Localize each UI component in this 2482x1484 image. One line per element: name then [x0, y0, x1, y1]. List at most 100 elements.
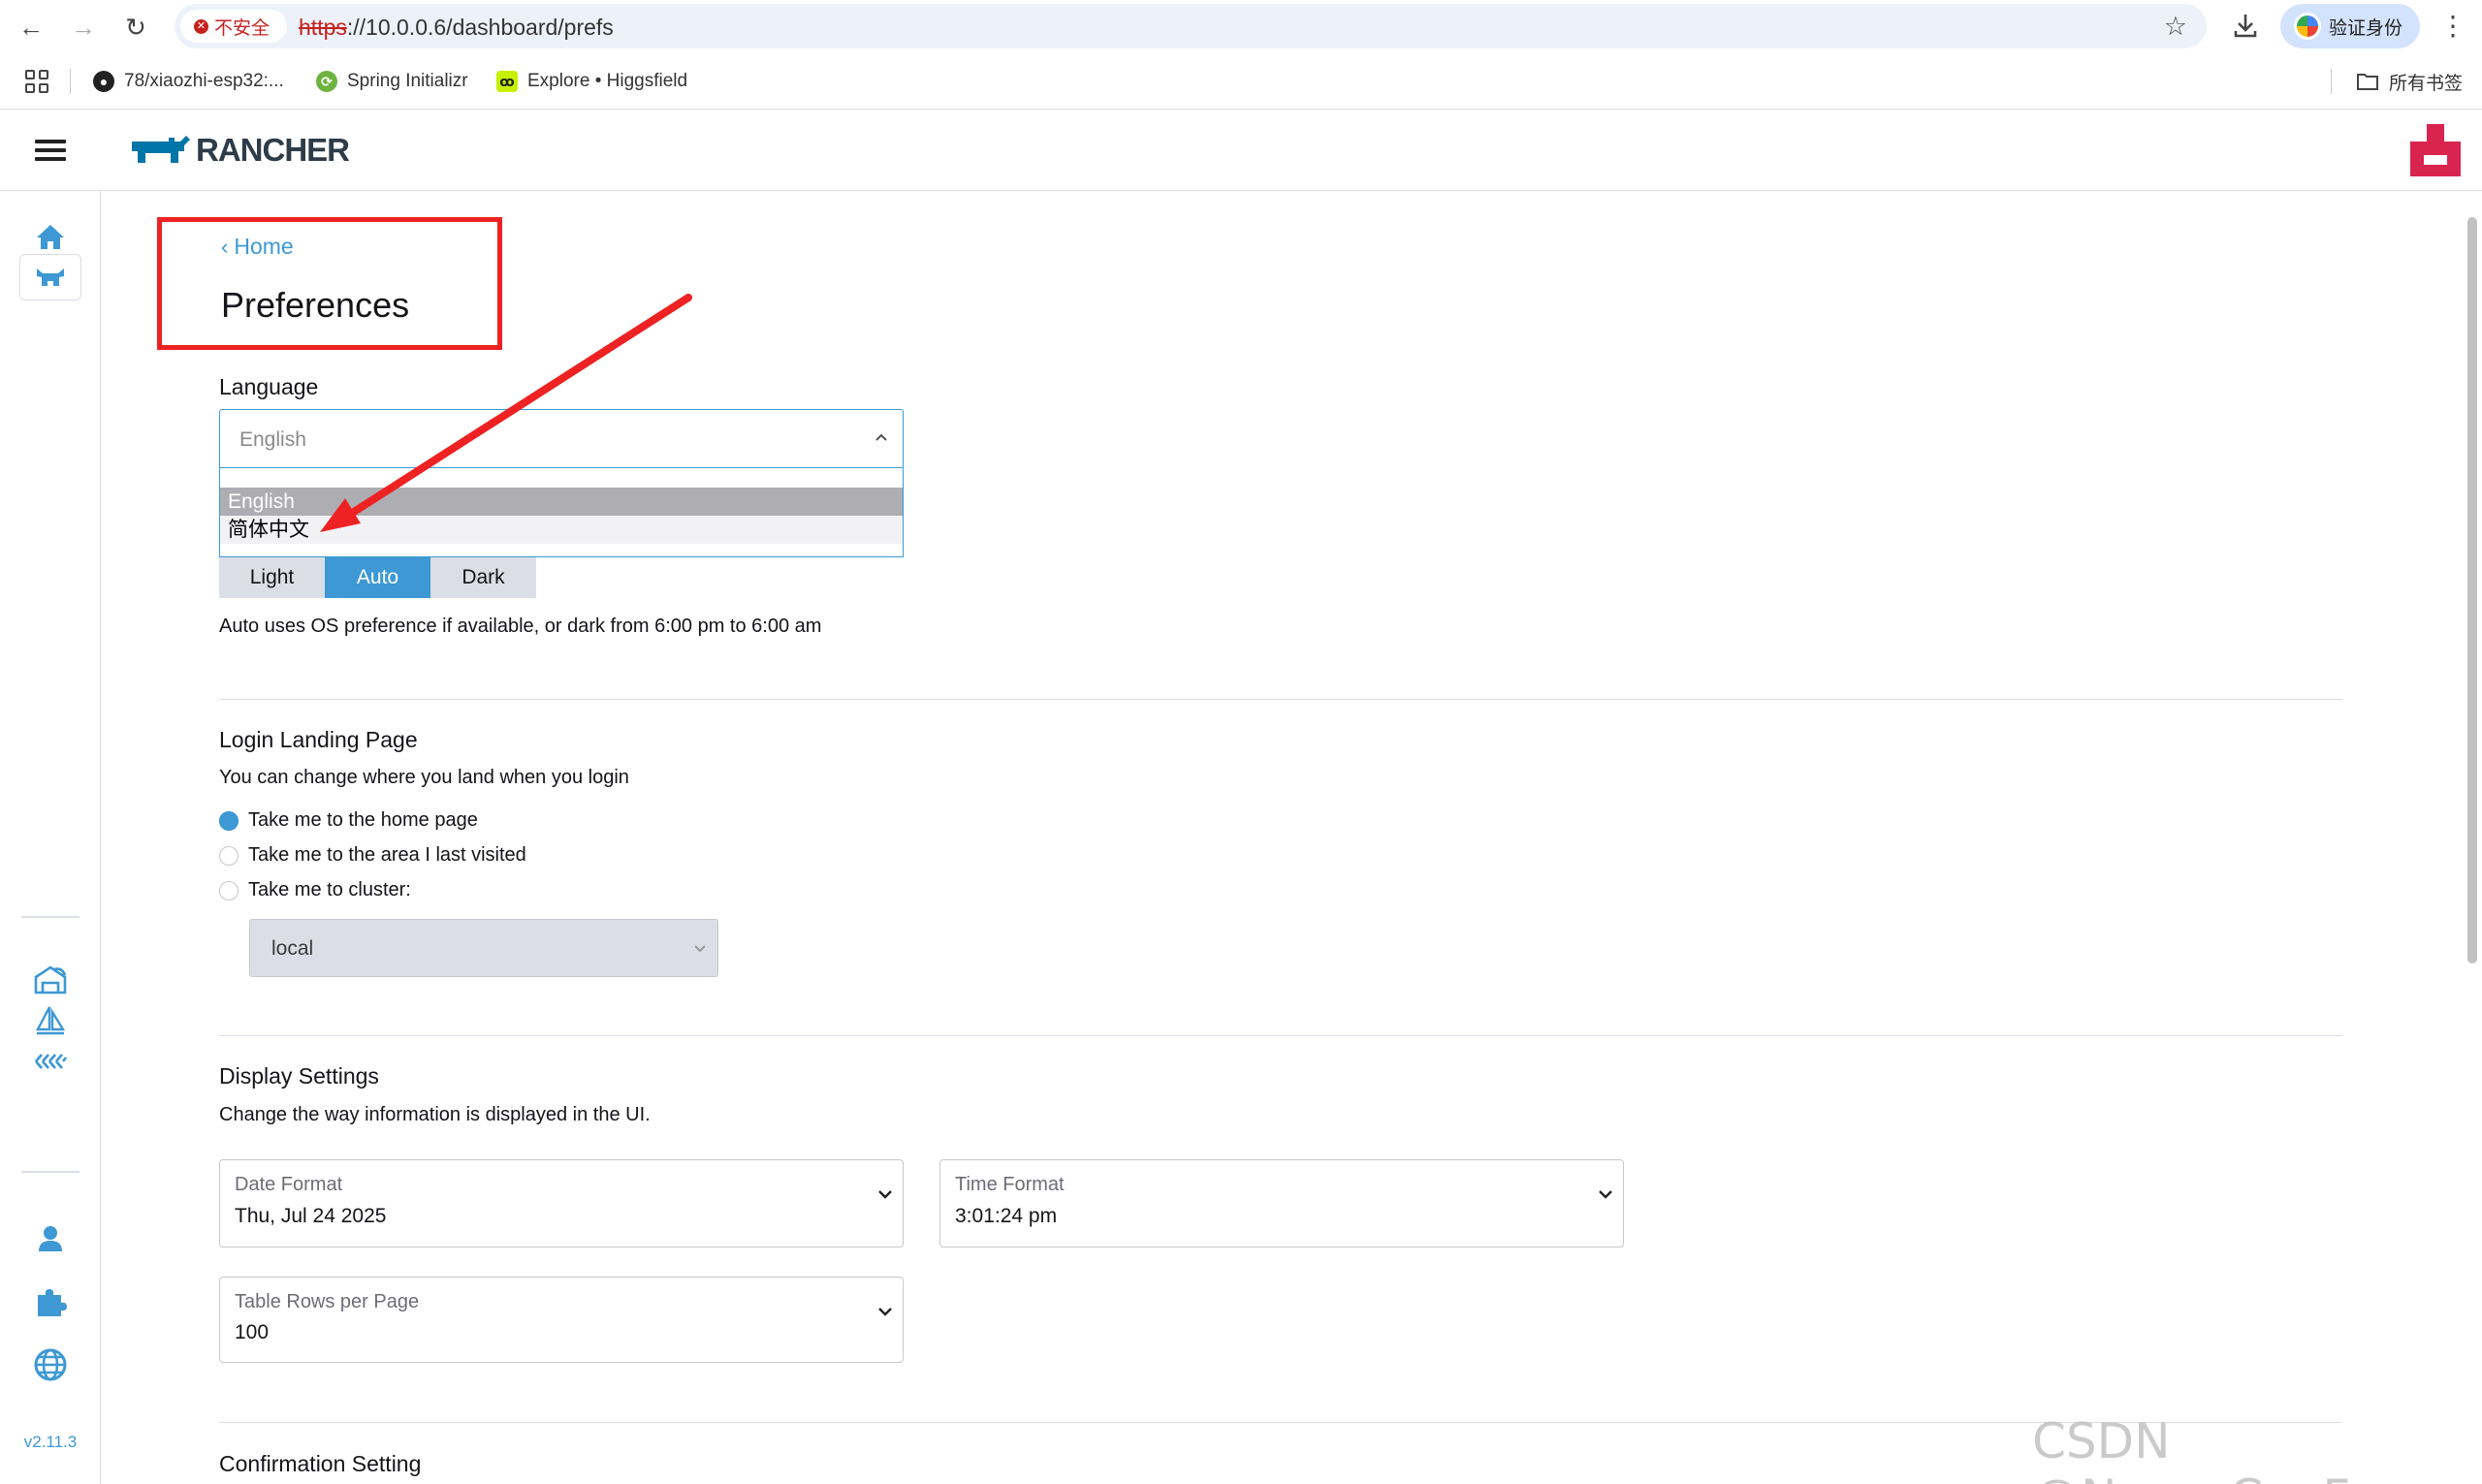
- rancher-logo-small-icon[interactable]: [27, 1038, 74, 1085]
- extensions-puzzle-icon[interactable]: [27, 1279, 74, 1325]
- all-bookmarks-button[interactable]: 所有书签: [2356, 67, 2463, 96]
- language-option-chinese[interactable]: 简体中文: [220, 516, 903, 544]
- radio-label: Take me to cluster:: [248, 879, 411, 900]
- section-divider: [219, 1422, 2342, 1423]
- bookmark-label: Explore • Higgsfield: [527, 71, 688, 91]
- download-icon[interactable]: [2230, 10, 2261, 41]
- browser-menu-icon[interactable]: ⋮: [2439, 10, 2466, 42]
- confirmation-setting-heading: Confirmation Setting: [219, 1451, 422, 1476]
- folder-icon: [2357, 74, 2378, 90]
- chevron-down-icon: [878, 1308, 892, 1316]
- login-landing-heading: Login Landing Page: [219, 727, 418, 752]
- bookmark-github[interactable]: ● 78/xiaozhi-esp32:...: [93, 67, 284, 96]
- sidebar-divider: [21, 1171, 80, 1173]
- theme-toggle-group: Light Auto Dark: [219, 557, 536, 598]
- address-bar[interactable]: ✕ 不安全 https://10.0.0.6/dashboard/prefs ☆: [175, 4, 2207, 48]
- sidebar-divider: [21, 916, 80, 918]
- table-rows-select[interactable]: Table Rows per Page 100: [219, 1277, 904, 1363]
- insecure-label: 不安全: [214, 17, 270, 39]
- verify-identity-button[interactable]: 验证身份: [2280, 4, 2420, 48]
- higgsfield-icon: ꝏ: [496, 71, 518, 92]
- bookmarks-bar: ● 78/xiaozhi-esp32:... ⟳ Spring Initiali…: [0, 53, 2482, 110]
- login-landing-description: You can change where you land when you l…: [219, 767, 629, 788]
- preferences-page: ‹ Home Preferences Language English Ligh…: [101, 191, 2463, 1484]
- browser-toolbar: ← → ↻ ✕ 不安全 https://10.0.0.6/dashboard/p…: [0, 0, 2482, 53]
- date-format-value: Thu, Jul 24 2025: [235, 1205, 387, 1227]
- language-select-value: English: [239, 428, 306, 451]
- time-format-value: 3:01:24 pm: [955, 1205, 1058, 1227]
- time-format-select[interactable]: Time Format 3:01:24 pm: [939, 1159, 1624, 1247]
- language-option-english[interactable]: English: [220, 488, 903, 516]
- watermark-text: CSDN @Nova_CaoFc: [2032, 1413, 2377, 1484]
- chevron-down-icon: [1599, 1190, 1612, 1199]
- display-settings-description: Change the way information is displayed …: [219, 1104, 651, 1125]
- logo-text: RANCHER: [196, 132, 350, 168]
- date-format-label: Date Format: [235, 1174, 343, 1195]
- annotation-highlight-box: [157, 217, 502, 350]
- chevron-down-icon: [694, 945, 706, 953]
- bookmark-higgsfield[interactable]: ꝏ Explore • Higgsfield: [496, 67, 687, 96]
- language-label: Language: [219, 374, 319, 399]
- radio-unchecked-icon: [219, 845, 239, 866]
- bookmark-separator: [2331, 69, 2332, 94]
- radio-label: Take me to the home page: [248, 809, 478, 831]
- github-icon: ●: [93, 71, 114, 92]
- time-format-label: Time Format: [955, 1174, 1065, 1195]
- users-icon[interactable]: [27, 1216, 74, 1262]
- cluster-cow-icon[interactable]: [19, 254, 81, 300]
- apps-sail-icon[interactable]: [27, 997, 74, 1044]
- bookmark-spring[interactable]: ⟳ Spring Initializr: [316, 67, 468, 96]
- url-path: ://10.0.0.6/dashboard/prefs: [346, 15, 614, 40]
- spring-icon: ⟳: [316, 71, 337, 92]
- apps-grid-icon[interactable]: [25, 70, 48, 93]
- radio-cluster[interactable]: Take me to cluster:: [219, 879, 411, 901]
- cluster-select[interactable]: local: [249, 919, 718, 977]
- bookmark-label: 78/xiaozhi-esp32:...: [124, 71, 284, 91]
- fleet-icon[interactable]: [27, 957, 74, 1003]
- theme-auto-button[interactable]: Auto: [325, 557, 430, 598]
- profile-avatar-icon: [2294, 13, 2321, 40]
- app-header: RANCHER: [0, 111, 2482, 191]
- forward-arrow-icon[interactable]: →: [68, 12, 99, 43]
- bookmark-star-icon[interactable]: ☆: [2164, 12, 2187, 42]
- security-chip[interactable]: ✕ 不安全: [180, 10, 287, 43]
- back-arrow-icon[interactable]: ←: [16, 12, 47, 43]
- version-label[interactable]: v2.11.3: [0, 1433, 101, 1452]
- theme-note: Auto uses OS preference if available, or…: [219, 616, 822, 637]
- chevron-up-icon: [875, 433, 887, 441]
- table-rows-label: Table Rows per Page: [235, 1291, 420, 1312]
- table-rows-value: 100: [235, 1321, 270, 1343]
- warning-icon: ✕: [194, 18, 208, 34]
- theme-light-button[interactable]: Light: [219, 557, 325, 598]
- global-settings-icon[interactable]: [27, 1342, 74, 1388]
- verify-label: 验证身份: [2329, 17, 2403, 39]
- user-avatar[interactable]: [2408, 120, 2463, 178]
- section-divider: [219, 1035, 2342, 1036]
- section-divider: [219, 699, 2342, 700]
- radio-last-visited[interactable]: Take me to the area I last visited: [219, 844, 526, 867]
- url-text[interactable]: https://10.0.0.6/dashboard/prefs: [299, 15, 614, 41]
- date-format-select[interactable]: Date Format Thu, Jul 24 2025: [219, 1159, 904, 1247]
- home-icon[interactable]: [27, 213, 74, 260]
- language-select[interactable]: English: [219, 409, 904, 468]
- theme-dark-button[interactable]: Dark: [430, 557, 536, 598]
- scrollbar-thumb[interactable]: [2467, 217, 2477, 963]
- radio-label: Take me to the area I last visited: [248, 844, 526, 866]
- all-bookmarks-label: 所有书签: [2389, 73, 2464, 94]
- hamburger-menu-icon[interactable]: [35, 140, 66, 161]
- radio-home-page[interactable]: Take me to the home page: [219, 809, 478, 832]
- bookmark-label: Spring Initializr: [347, 71, 468, 91]
- language-dropdown-menu: English 简体中文: [219, 468, 904, 557]
- display-settings-heading: Display Settings: [219, 1063, 379, 1089]
- bookmark-separator: [70, 69, 71, 94]
- rancher-app: RANCHER v2.11.3 ‹ Home Preferences Langu…: [0, 111, 2482, 1484]
- chevron-down-icon: [878, 1190, 892, 1199]
- radio-unchecked-icon: [219, 880, 239, 900]
- cluster-select-value: local: [271, 937, 314, 960]
- url-scheme: https: [299, 15, 347, 40]
- rancher-cow-icon: [132, 136, 190, 163]
- rancher-logo[interactable]: RANCHER: [130, 132, 350, 169]
- radio-checked-icon: [219, 810, 239, 831]
- reload-icon[interactable]: ↻: [120, 12, 151, 43]
- left-sidebar: v2.11.3: [0, 191, 101, 1484]
